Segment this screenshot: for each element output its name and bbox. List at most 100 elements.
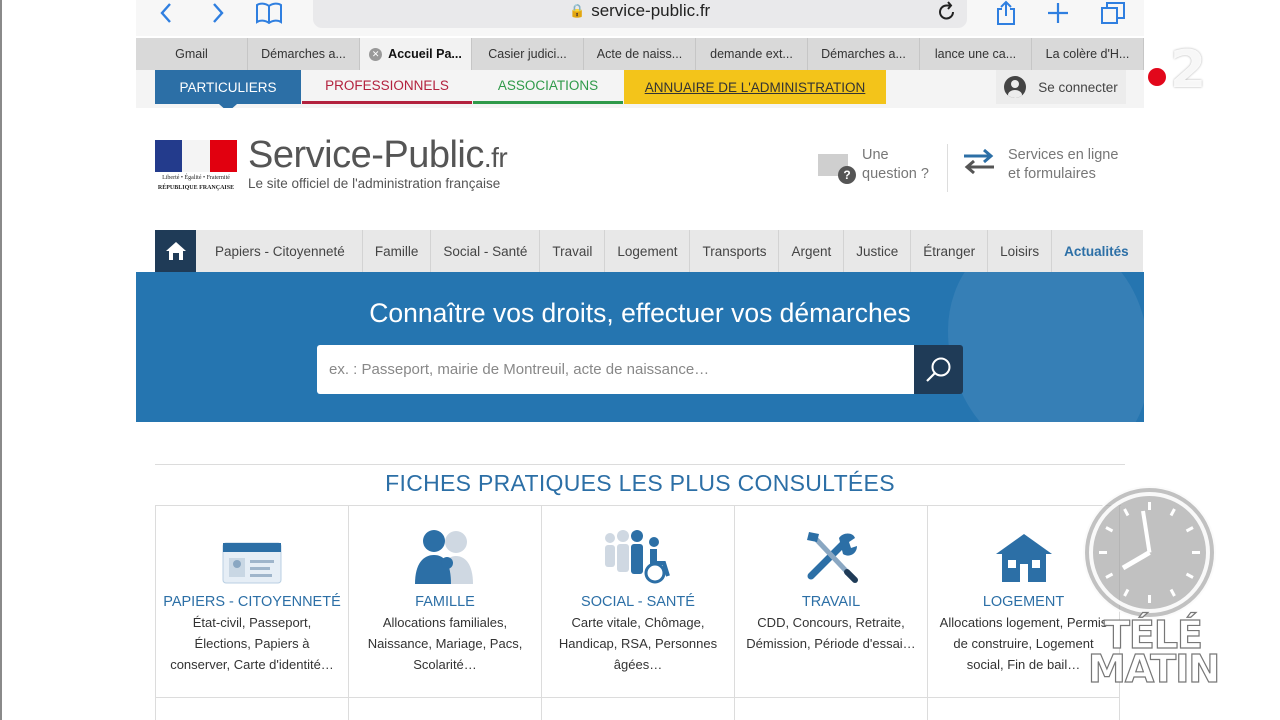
tab-label: Démarches a...	[821, 47, 906, 61]
nav-social-sante[interactable]: Social - Santé	[431, 230, 541, 272]
nav-justice[interactable]: Justice	[844, 230, 912, 272]
fiches-grid-row-2	[155, 697, 1121, 720]
browser-tab[interactable]: demande ext...	[696, 38, 808, 70]
frame-edge	[0, 0, 2, 720]
fiche-cell-partial[interactable]	[734, 697, 927, 720]
france-2-logo: 2	[1148, 40, 1208, 100]
site-header: Liberté • Égalité • Fraternité RÉPUBLIQU…	[136, 108, 1144, 230]
hero-banner: Connaître vos droits, effectuer vos déma…	[136, 272, 1144, 422]
forward-icon[interactable]	[208, 0, 228, 26]
tab-label: Acte de naiss...	[596, 47, 683, 61]
question-line2: question ?	[862, 166, 929, 182]
browser-tab[interactable]: Casier judici...	[472, 38, 584, 70]
share-icon[interactable]	[994, 0, 1018, 26]
services-line1: Services en ligne	[1008, 147, 1119, 163]
fiche-travail[interactable]: TRAVAIL CDD, Concours, Retraite, Démissi…	[734, 506, 927, 698]
new-tab-icon[interactable]	[1046, 0, 1070, 26]
nav-papiers[interactable]: Papiers - Citoyenneté	[196, 230, 363, 272]
fiche-title: LOGEMENT	[982, 594, 1065, 610]
fiche-papiers[interactable]: PAPIERS - CITOYENNETÉ État-civil, Passep…	[155, 506, 348, 698]
clock-ticks	[1099, 502, 1200, 603]
tab-annuaire[interactable]: ANNUAIRE DE L'ADMINISTRATION	[624, 70, 886, 104]
browser-tab[interactable]: Gmail	[136, 38, 248, 70]
nav-argent[interactable]: Argent	[779, 230, 845, 272]
lock-icon: 🔒	[569, 3, 586, 18]
fiche-cell-partial[interactable]	[927, 697, 1120, 720]
services-line2: et formulaires	[1008, 166, 1096, 182]
fiche-desc: CDD, Concours, Retraite, Démission, Péri…	[746, 615, 916, 651]
clock-icon	[1083, 486, 1216, 619]
republique-francaise-logo[interactable]: Liberté • Égalité • Fraternité RÉPUBLIQU…	[155, 140, 237, 196]
logo-motto: Liberté • Égalité • Fraternité	[162, 175, 230, 181]
fiche-cell-partial[interactable]	[541, 697, 734, 720]
fiche-famille[interactable]: FAMILLE Allocations familiales, Naissanc…	[348, 506, 541, 698]
section-divider	[155, 464, 1125, 465]
browser-tab[interactable]: La colère d'H...	[1032, 38, 1144, 70]
close-tab-icon[interactable]: ✕	[369, 47, 383, 61]
tab-label: Casier judici...	[488, 47, 567, 61]
brand-name: Service-Public	[248, 134, 484, 176]
fiche-desc: Carte vitale, Chômage, Handicap, RSA, Pe…	[558, 615, 718, 672]
tab-particuliers[interactable]: PARTICULIERS	[155, 70, 301, 112]
tab-label: Gmail	[175, 47, 208, 61]
url-text: service-public.fr	[591, 1, 711, 20]
reload-icon[interactable]	[937, 0, 957, 28]
telematin-logo: TÉLÉ MATIN	[1087, 615, 1220, 691]
nav-actualites[interactable]: Actualités	[1052, 230, 1141, 272]
tabs-icon[interactable]	[1100, 0, 1126, 26]
fiche-cell-partial[interactable]	[155, 697, 348, 720]
nav-logement[interactable]: Logement	[605, 230, 691, 272]
home-icon	[165, 242, 186, 260]
login-label: Se connecter	[1038, 79, 1118, 95]
flag-icon	[155, 140, 237, 172]
search-button[interactable]	[914, 345, 963, 394]
browser-toolbar: 🔒 service-public.fr	[136, 0, 1144, 36]
header-divider	[947, 144, 948, 192]
address-bar[interactable]: 🔒 service-public.fr	[313, 0, 967, 28]
fiche-title: TRAVAIL	[801, 594, 861, 610]
channel-dot	[1148, 68, 1166, 86]
nav-loisirs[interactable]: Loisirs	[988, 230, 1053, 272]
tab-label: La colère d'H...	[1045, 47, 1130, 61]
site-title[interactable]: Service-Public.fr	[248, 134, 508, 177]
back-icon[interactable]	[156, 0, 176, 26]
fiche-social-sante[interactable]: SOCIAL - SANTÉ Carte vitale, Chômage, Ha…	[541, 506, 734, 698]
fiche-title: PAPIERS - CITOYENNETÉ	[163, 594, 341, 610]
nav-etranger[interactable]: Étranger	[911, 230, 989, 272]
tab-label: Accueil Pa...	[388, 47, 462, 61]
search-input[interactable]	[317, 345, 915, 394]
login-button[interactable]: Se connecter	[996, 70, 1126, 104]
tab-associations[interactable]: ASSOCIATIONS	[473, 70, 623, 104]
browser-tab[interactable]: Démarches a...	[248, 38, 360, 70]
telematin-line2: MATIN	[1087, 647, 1220, 691]
fiche-desc: État-civil, Passeport, Élections, Papier…	[170, 615, 334, 672]
brand-tld: .fr	[483, 142, 508, 173]
nav-transports[interactable]: Transports	[690, 230, 780, 272]
site-tagline: Le site officiel de l'administration fra…	[248, 176, 501, 191]
services-link[interactable]: Services en ligne et formulaires	[960, 146, 1118, 184]
question-link[interactable]: Une question ?	[818, 146, 929, 184]
envelope-question-icon	[818, 154, 856, 184]
main-nav: Papiers - Citoyenneté Famille Social - S…	[155, 230, 1143, 272]
clock-face	[1089, 492, 1210, 613]
marianne-profile-watermark	[948, 272, 1144, 422]
tab-professionnels[interactable]: PROFESSIONNELS	[302, 70, 472, 104]
nav-famille[interactable]: Famille	[363, 230, 432, 272]
question-line1: Une	[862, 147, 889, 163]
browser-tab[interactable]: Démarches a...	[808, 38, 920, 70]
browser-tab[interactable]: lance une ca...	[920, 38, 1032, 70]
bookmarks-icon[interactable]	[254, 0, 284, 26]
user-icon	[1004, 76, 1027, 98]
search-box	[317, 345, 915, 394]
nav-travail[interactable]: Travail	[540, 230, 606, 272]
fiche-cell-partial[interactable]	[348, 697, 541, 720]
fiche-desc: Allocations familiales, Naissance, Maria…	[367, 615, 523, 672]
audience-nav: PARTICULIERS PROFESSIONNELS ASSOCIATIONS…	[136, 70, 1144, 112]
fiches-grid: PAPIERS - CITOYENNETÉ État-civil, Passep…	[155, 505, 1121, 720]
channel-number: 2	[1170, 40, 1207, 100]
exchange-arrows-icon	[960, 146, 998, 184]
browser-tab-active[interactable]: ✕ Accueil Pa...	[360, 38, 472, 70]
home-button[interactable]	[155, 230, 196, 272]
family-icon	[349, 506, 541, 594]
browser-tab[interactable]: Acte de naiss...	[584, 38, 696, 70]
